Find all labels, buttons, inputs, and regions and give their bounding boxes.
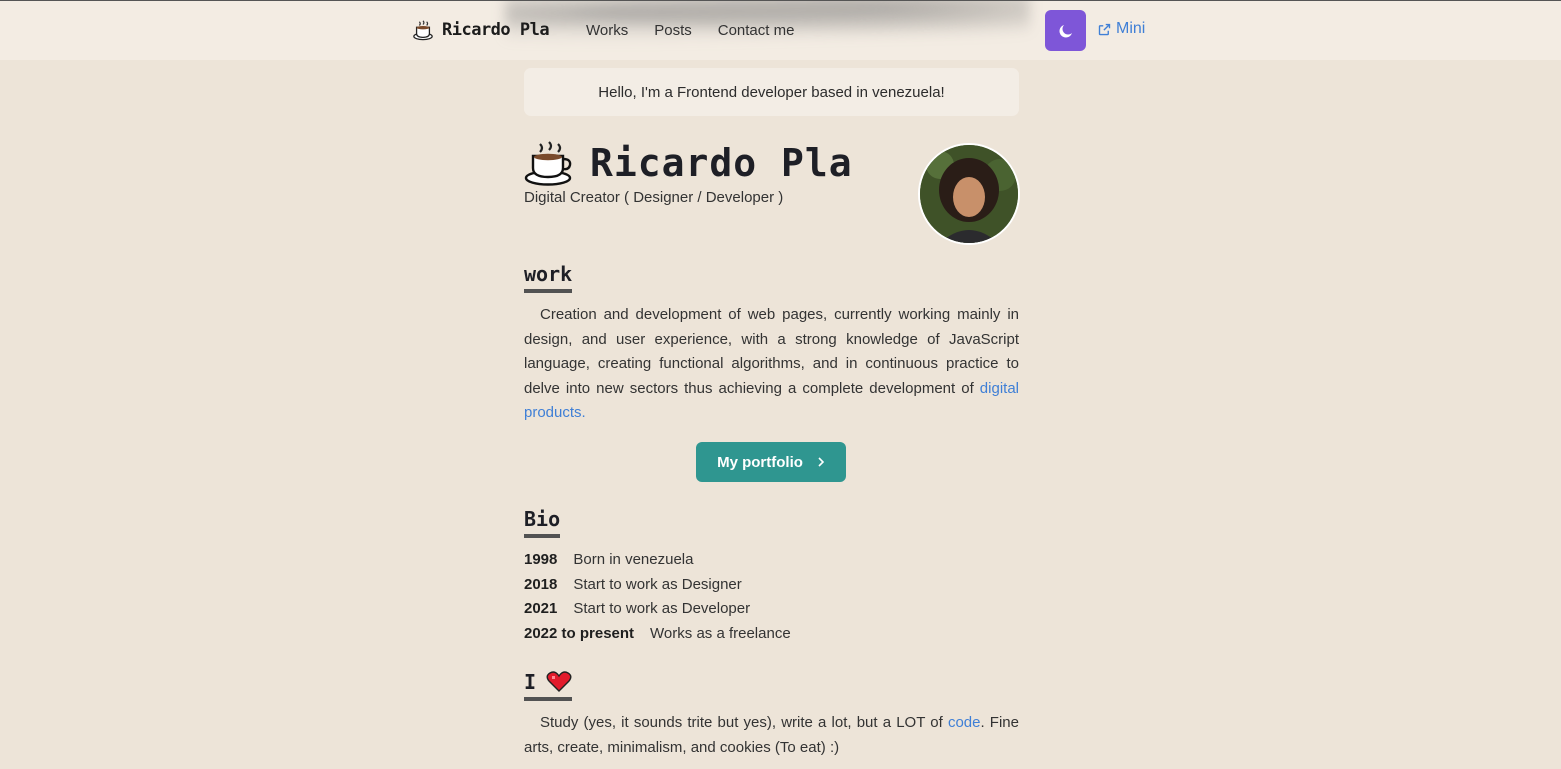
heart-icon	[546, 671, 572, 692]
avatar	[918, 143, 1020, 245]
hello-banner: Hello, I'm a Frontend developer based in…	[524, 68, 1019, 116]
brand-logo-link[interactable]: Ricardo Pla	[412, 19, 550, 41]
coffee-cup-icon	[524, 141, 572, 186]
code-link[interactable]: code	[948, 714, 981, 731]
bio-item: 2022 to present Works as a freelance	[524, 625, 791, 642]
portfolio-button-label: My portfolio	[717, 453, 803, 471]
bio-text: Start to work as Developer	[573, 600, 751, 617]
bio-year: 2022 to present	[524, 625, 635, 642]
love-paragraph: Study (yes, it sounds trite but yes), wr…	[524, 711, 1019, 760]
love-heading: I	[524, 670, 573, 701]
mini-link[interactable]: Mini	[1097, 20, 1145, 38]
top-navbar: Ricardo Pla Works Posts Contact me Mini	[0, 1, 1561, 60]
page-subtitle: Digital Creator ( Designer / Developer )	[524, 189, 784, 206]
work-paragraph: Creation and development of web pages, c…	[524, 303, 1019, 426]
hero-title: Ricardo Pla	[524, 140, 853, 186]
bio-year: 2021	[524, 600, 558, 617]
bio-text: Works as a freelance	[650, 625, 791, 642]
coffee-cup-icon	[413, 20, 433, 41]
bio-year: 1998	[524, 551, 558, 568]
bio-text: Start to work as Designer	[573, 576, 742, 593]
bio-text: Born in venezuela	[573, 551, 694, 568]
bio-item: 2018 Start to work as Designer	[524, 576, 742, 593]
brand-name: Ricardo Pla	[442, 20, 550, 40]
page-title: Ricardo Pla	[590, 141, 853, 185]
nav-link-posts[interactable]: Posts	[654, 22, 692, 39]
chevron-right-icon	[818, 457, 825, 467]
nav-link-contact[interactable]: Contact me	[718, 22, 795, 39]
bio-item: 2021 Start to work as Developer	[524, 600, 750, 617]
external-link-icon	[1098, 23, 1111, 35]
nav-link-works[interactable]: Works	[586, 22, 628, 39]
work-text: Creation and development of web pages, c…	[524, 306, 1019, 397]
work-heading: work	[524, 262, 573, 293]
love-heading-text: I	[524, 670, 537, 694]
avatar-portrait	[920, 145, 1018, 243]
nav-links: Works Posts Contact me	[586, 22, 794, 39]
bio-item: 1998 Born in venezuela	[524, 551, 693, 568]
love-text-before: Study (yes, it sounds trite but yes), wr…	[540, 714, 948, 731]
my-portfolio-button[interactable]: My portfolio	[696, 442, 846, 482]
bio-heading: Bio	[524, 507, 561, 538]
moon-icon	[1058, 24, 1072, 38]
mini-label: Mini	[1116, 20, 1146, 37]
bio-year: 2018	[524, 576, 558, 593]
theme-toggle-button[interactable]	[1045, 10, 1086, 51]
